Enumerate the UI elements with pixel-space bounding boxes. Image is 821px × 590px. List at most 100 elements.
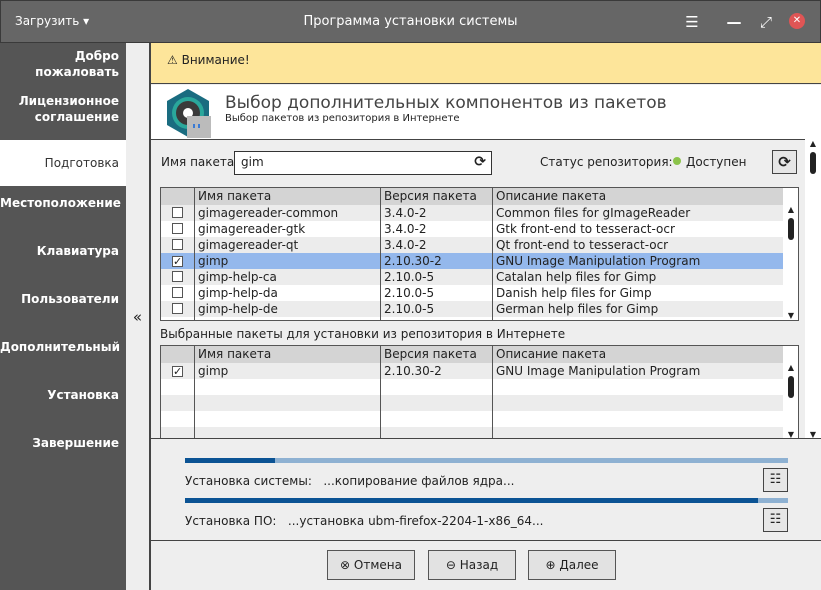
arrow-left-icon: ⊖ [445,558,456,572]
table-row[interactable]: gimp-help-ca 2.10.0-5 Catalan help files… [161,269,783,285]
sidebar-item-0[interactable]: Добро пожаловать [0,48,126,80]
page-subtitle: Выбор пакетов из репозитория в Интернете [225,113,460,124]
table-row[interactable]: gimp-help-da 2.10.0-5 Danish help files … [161,285,783,301]
selected-packages-table: Имя пакета Версия пакета Описание пакета ✓ … [160,345,799,439]
sidebar-item-8[interactable]: Завершение [0,435,126,451]
sidebar-item-3[interactable]: Местоположение [0,195,126,211]
progress-bar [185,458,788,463]
package-name: gimagereader-common [198,206,339,220]
table-row[interactable] [161,411,783,427]
package-name: gimp-help-da [198,286,278,300]
sidebar: Добро пожаловать Лицензионное соглашение П… [0,43,126,590]
column-header[interactable]: Описание пакета [492,188,783,205]
package-version: 3.4.0-2 [384,222,427,236]
package-logo-icon [167,89,211,138]
checkbox[interactable] [172,223,183,234]
sidebar-item-2[interactable]: Подготовка [0,140,126,186]
package-description: German help files for Gimp [496,302,659,316]
table-row[interactable] [161,379,783,395]
arrow-right-icon: ⊕ [545,558,556,572]
package-name: gimagereader-qt [198,238,299,252]
table-row[interactable] [161,317,783,320]
repo-status-value: Доступен [686,155,747,169]
title-bar: Загрузить ▾ Программа установки системы … [0,0,821,43]
column-header[interactable]: Имя пакета [194,346,380,363]
log-icon: ☷ [769,472,782,487]
checkbox[interactable] [172,271,183,282]
progress-bar [185,498,788,503]
package-description: Danish help files for Gimp [496,286,652,300]
back-button[interactable]: ⊖ Назад [428,550,516,580]
package-version: 2.10.30-2 [384,254,442,268]
log-button[interactable]: ☷ [763,468,788,492]
checkbox[interactable] [172,207,183,218]
main-scrollbar[interactable]: ▲ ▼ [805,139,821,439]
log-button[interactable]: ☷ [763,508,788,532]
cancel-button[interactable]: ⊗ Отмена [327,550,415,580]
cancel-icon: ⊗ [340,558,351,572]
checkbox[interactable] [172,239,183,250]
sidebar-item-5[interactable]: Пользователи [0,291,126,307]
table-header: Имя пакета Версия пакета Описание пакета [161,346,783,363]
sidebar-item-7[interactable]: Установка [0,387,126,403]
checkbox[interactable] [172,287,183,298]
package-version: 2.10.30-2 [384,364,442,378]
column-header[interactable]: Версия пакета [380,188,492,205]
close-icon[interactable]: ✕ [789,13,805,29]
package-description: GNU Image Manipulation Program [496,254,701,268]
sidebar-item-1[interactable]: Лицензионное соглашение [0,93,126,125]
refresh-icon[interactable]: ⟳ [474,154,486,170]
menu-icon[interactable]: ☰ [683,13,701,31]
package-version: 3.4.0-2 [384,206,427,220]
package-name: gimp-help-de [198,302,278,316]
packages-table: Имя пакета Версия пакета Описание пакета g… [160,187,799,321]
warning-text: Внимание! [181,53,250,67]
table-row[interactable]: ✓ gimp 2.10.30-2 GNU Image Manipulation … [161,363,783,379]
repo-status-label: Статус репозитория: [540,155,673,169]
package-name-label: Имя пакета: [161,155,239,169]
progress-status: ...копирование файлов ядра... [323,474,515,488]
progress-label: Установка ПО: ...установка ubm-firefox-2… [185,514,544,528]
package-description: Gtk front-end to tesseract-ocr [496,222,675,236]
warning-icon: ⚠ [167,53,178,67]
page-header: Выбор дополнительных компонентов из паке… [151,85,821,140]
log-icon: ☷ [769,512,782,527]
table-scrollbar[interactable]: ▲ ▼ [783,363,798,439]
package-name: gimp [198,364,229,378]
warning-bar: ⚠ Внимание! [151,43,821,84]
package-version: 2.10.0-5 [384,286,435,300]
next-button[interactable]: ⊕ Далее [528,550,616,580]
progress-label: Установка системы: ...копирование файлов… [185,474,515,488]
sidebar-item-4[interactable]: Клавиатура [0,243,126,259]
status-dot-icon [673,157,681,165]
table-header: Имя пакета Версия пакета Описание пакета [161,188,783,205]
minimize-icon[interactable]: — [725,13,743,31]
table-row[interactable]: gimp-help-de 2.10.0-5 German help files … [161,301,783,317]
column-header[interactable]: Описание пакета [492,346,783,363]
sidebar-item-6[interactable]: Дополнительный [0,339,126,355]
column-header[interactable]: Версия пакета [380,346,492,363]
column-header[interactable]: Имя пакета [194,188,380,205]
package-name: gimp [198,254,229,268]
checkbox[interactable]: ✓ [172,256,183,267]
package-version: 3.4.0-2 [384,238,427,252]
package-description: Qt front-end to tesseract-ocr [496,238,669,252]
selected-packages-label: Выбранные пакеты для установки из репози… [160,327,566,341]
table-row[interactable]: gimagereader-qt 3.4.0-2 Qt front-end to … [161,237,783,253]
table-scrollbar[interactable]: ▲ ▼ [783,205,798,320]
checkbox[interactable] [172,303,183,314]
package-description: Common files for gImageReader [496,206,691,220]
maximize-icon[interactable]: ⤢ [757,13,775,31]
table-row[interactable]: ✓ gimp 2.10.30-2 GNU Image Manipulation … [161,253,783,269]
refresh-repo-button[interactable]: ⟳ [772,150,797,174]
package-description: GNU Image Manipulation Program [496,364,701,378]
package-description: Catalan help files for Gimp [496,270,657,284]
collapse-sidebar-button[interactable]: « [126,43,150,590]
package-search-input[interactable]: gim ⟳ [234,151,492,175]
checkbox[interactable]: ✓ [172,366,183,377]
table-row[interactable]: gimagereader-common 3.4.0-2 Common files… [161,205,783,221]
package-name: gimp-help-ca [198,270,277,284]
table-row[interactable] [161,395,783,411]
package-version: 2.10.0-5 [384,302,435,316]
table-row[interactable]: gimagereader-gtk 3.4.0-2 Gtk front-end t… [161,221,783,237]
